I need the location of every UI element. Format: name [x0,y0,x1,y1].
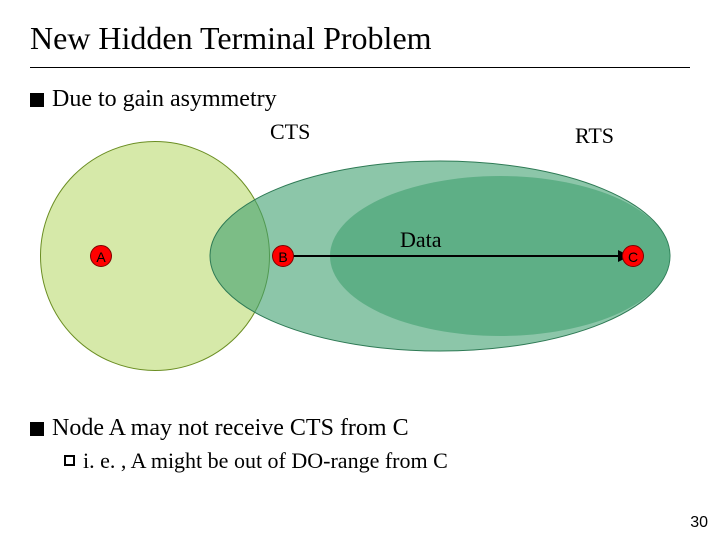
bullet-square-icon [30,93,44,107]
node-C: C [622,245,644,267]
node-A-label: A [96,249,105,265]
bullet-1: Due to gain asymmetry [30,86,690,113]
slide: New Hidden Terminal Problem Due to gain … [0,0,720,540]
bullet-square-icon [30,422,44,436]
bullet-2-sub: i. e. , A might be out of DO-range from … [64,448,690,474]
divider [30,67,690,68]
diagram: CTS RTS Data A B C [30,119,690,379]
node-A: A [90,245,112,267]
label-cts: CTS [270,119,310,145]
node-B: B [272,245,294,267]
page-number: 30 [690,514,708,532]
bullet-2-text: Node A may not receive CTS from C [52,415,409,442]
bullet-2-sub-text: i. e. , A might be out of DO-range from … [83,448,448,474]
label-data: Data [400,227,442,253]
page-title: New Hidden Terminal Problem [30,20,690,57]
bullet-2: Node A may not receive CTS from C [30,415,690,442]
node-C-label: C [628,249,638,265]
bullet-1-text: Due to gain asymmetry [52,86,277,113]
bottom-bullets: Node A may not receive CTS from C i. e. … [30,415,690,480]
label-rts: RTS [575,123,614,149]
bullet-hollow-square-icon [64,455,75,466]
node-B-label: B [278,249,287,265]
